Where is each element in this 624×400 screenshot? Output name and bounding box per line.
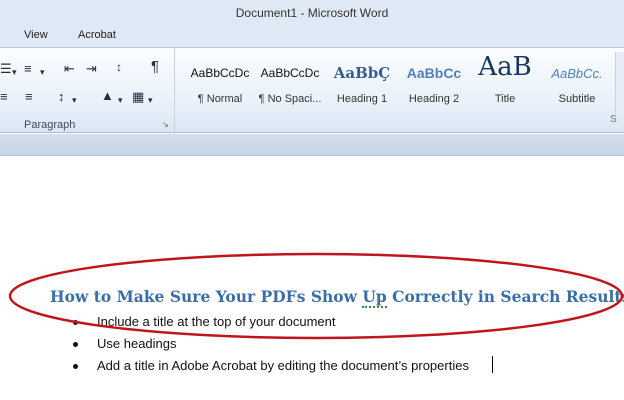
list-item-text: Add a title in Adobe Acrobat by editing … [97,358,469,373]
style-heading-2[interactable]: AaBbCc Heading 2 [397,56,471,112]
styles-group-label: S [610,114,617,125]
tab-acrobat[interactable]: Acrobat [78,29,116,41]
annotation-ellipse [8,252,624,340]
increase-indent-icon[interactable]: ⇥ [86,62,97,76]
window-title: Document1 - Microsoft Word [235,6,389,20]
styles-gallery: AaBbCcDc ¶ Normal AaBbCcDc ¶ No Spaci...… [180,52,615,112]
borders-icon[interactable]: ▦ [132,90,144,104]
distributed-align-icon[interactable]: ≡ [25,90,33,104]
style-normal[interactable]: AaBbCcDc ¶ Normal [180,56,260,112]
decrease-indent-icon[interactable]: ⇤ [64,62,75,76]
bullet-icon [73,364,78,369]
paragraph-group-label: Paragraph [24,119,76,131]
style-title[interactable]: AaB Title [471,52,539,112]
numbering-icon[interactable]: ≡ [24,62,32,76]
style-name: ¶ Normal [197,93,243,105]
style-subtitle[interactable]: AaBbCc. Subtitle [539,56,615,112]
justify-icon[interactable]: ≡ [0,90,8,104]
paragraph-group: ☰ ▾ ≡ ▾ ⇤ ⇥ ↕ ¶ ≡ ≡ ↕ ▾ ▲ ▾ ▦ ▾ Paragrap… [0,48,175,134]
style-preview: AaB [478,52,532,82]
ribbon-tabs: View Acrobat [0,25,624,47]
dropdown-arrow-icon[interactable]: ▾ [72,93,77,107]
style-no-spacing[interactable]: AaBbCcDc ¶ No Spaci... [253,56,327,112]
style-name: Heading 2 [408,93,460,105]
dropdown-arrow-icon[interactable]: ▾ [118,93,123,107]
multilevel-list-icon[interactable]: ☰ [0,62,12,76]
style-heading-1[interactable]: AaBbÇ Heading 1 [327,56,397,112]
title-bar: Document1 - Microsoft Word [0,0,624,25]
style-preview: AaBbCc [406,65,462,81]
style-preview: AaBbÇ [333,64,391,82]
sort-icon[interactable]: ↕ [116,60,122,74]
ribbon: ☰ ▾ ≡ ▾ ⇤ ⇥ ↕ ¶ ≡ ≡ ↕ ▾ ▲ ▾ ▦ ▾ Paragrap… [0,47,624,134]
style-name: Title [494,93,516,105]
style-preview: AaBbCc. [551,66,603,81]
style-preview: AaBbCcDc [260,66,320,80]
styles-gallery-scroll[interactable] [615,52,624,114]
style-preview: AaBbCcDc [190,66,250,80]
style-name: ¶ No Spaci... [258,93,322,105]
style-name: Heading 1 [336,93,388,105]
dropdown-arrow-icon[interactable]: ▾ [148,93,153,107]
ruler-area [0,134,624,156]
text-cursor [492,356,493,373]
line-spacing-icon[interactable]: ↕ [58,90,65,104]
style-name: Subtitle [558,93,596,105]
tab-view[interactable]: View [24,29,48,41]
dropdown-arrow-icon[interactable]: ▾ [12,65,17,79]
dropdown-arrow-icon[interactable]: ▾ [40,65,45,79]
annotation-ellipse-shape [8,252,624,340]
show-formatting-marks-icon[interactable]: ¶ [151,59,159,74]
dialog-launcher-icon[interactable]: ↘ [162,120,169,129]
shading-icon[interactable]: ▲ [101,89,114,103]
